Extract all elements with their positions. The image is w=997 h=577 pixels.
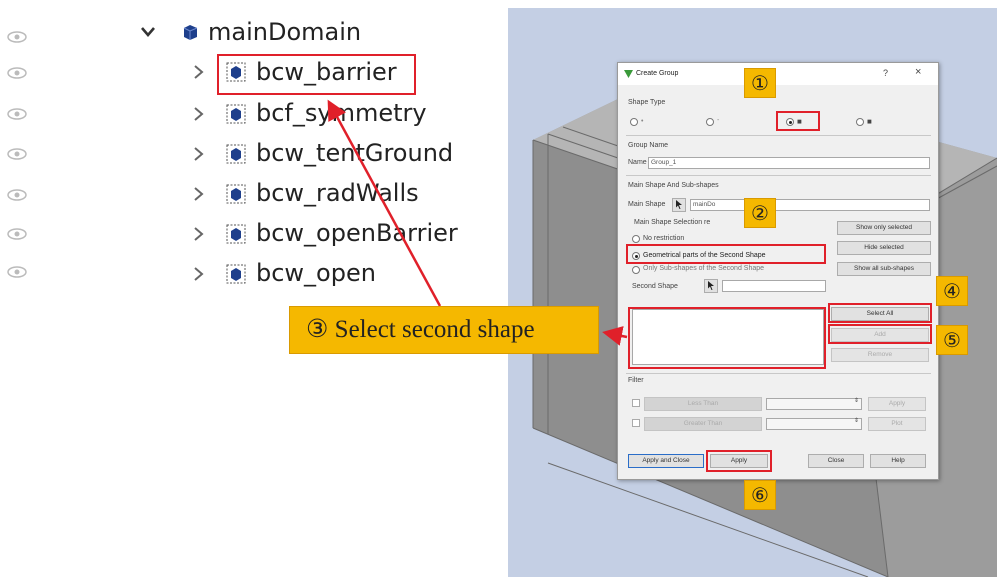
less-than-checkbox[interactable] [632,399,640,407]
group-icon [226,104,246,124]
chevron-right-icon[interactable] [190,186,206,202]
show-all-subshapes-button[interactable]: Show all sub-shapes [837,262,931,276]
main-shape-input[interactable]: mainDo [690,199,930,211]
tree-item-bcw-openbarrier[interactable]: bcw_openBarrier [256,219,458,247]
show-only-selected-button[interactable]: Show only selected [837,221,931,235]
close-button[interactable]: Close [808,454,864,468]
visibility-eye-icon[interactable] [6,66,28,80]
step-marker-4: ④ [936,276,968,306]
visibility-eye-icon[interactable] [6,147,28,161]
apply-and-close-button[interactable]: Apply and Close [628,454,704,468]
highlight-bcw-barrier [217,54,416,95]
chevron-right-icon[interactable] [190,146,206,162]
greater-than-button[interactable]: Greater Than [644,417,762,431]
tree-item-bcw-radwalls[interactable]: bcw_radWalls [256,179,419,207]
only-subshapes-radio[interactable] [632,266,640,274]
shape-type-vertex-radio[interactable] [630,118,638,126]
visibility-eye-icon[interactable] [6,265,28,279]
separator [626,373,931,374]
chevron-down-icon[interactable] [140,24,156,40]
callout-select-second-shape: ③ Select second shape [289,306,599,354]
tree-root-label[interactable]: mainDomain [208,18,361,46]
visibility-eye-icon[interactable] [6,188,28,202]
chevron-right-icon[interactable] [190,106,206,122]
edge-icon: - [717,117,720,124]
tree-item-bcf-symmetry[interactable]: bcf_symmetry [256,99,427,127]
separator [626,175,931,176]
main-shape-select-button[interactable] [672,198,686,212]
help-button[interactable]: Help [870,454,926,468]
step-marker-1: ① [744,68,776,98]
solid-icon: ■ [867,117,872,126]
dialog-titlebar: Create Group ? × [618,63,938,85]
highlight-geometrical-parts [626,244,826,264]
step-marker-6: ⑥ [744,480,776,510]
no-restriction-label: No restriction [643,235,685,242]
second-shape-input[interactable] [722,280,826,292]
hide-selected-button[interactable]: Hide selected [837,241,931,255]
shape-type-edge-radio[interactable] [706,118,714,126]
less-than-button[interactable]: Less Than [644,397,762,411]
visibility-eye-icon[interactable] [6,227,28,241]
highlight-face-radio [776,111,820,131]
only-subshapes-label: Only Sub-shapes of the Second Shape [643,265,765,272]
highlight-add [828,324,932,344]
help-icon[interactable]: ? [883,68,888,78]
chevron-right-icon[interactable] [190,226,206,242]
remove-button[interactable]: Remove [831,348,929,362]
group-icon [226,184,246,204]
vertex-icon: • [641,118,644,125]
filter-label: Filter [628,377,644,384]
group-icon [226,224,246,244]
dialog-title: Create Group [636,70,679,77]
less-than-value[interactable] [766,398,862,410]
spin-arrows-icon[interactable]: ⇕ [854,397,859,404]
step-marker-2: ② [744,198,776,228]
chevron-right-icon[interactable] [190,64,206,80]
chevron-right-icon[interactable] [190,266,206,282]
greater-than-value[interactable] [766,418,862,430]
filter-apply-button[interactable]: Apply [868,397,926,411]
mesh-object-icon [183,25,198,40]
highlight-apply [706,450,772,472]
visibility-eye-icon[interactable] [6,107,28,121]
tree-item-bcw-tentground[interactable]: bcw_tentGround [256,139,453,167]
main-shape-label: Main Shape [628,201,666,208]
app-logo-icon [624,70,633,78]
highlight-id-list [628,307,826,369]
second-shape-select-button[interactable] [704,279,718,293]
arrow-cursor-icon [676,200,682,209]
selection-restriction-label: Main Shape Selection re [634,219,711,226]
shape-type-label: Shape Type [628,99,666,106]
group-icon [226,144,246,164]
step-marker-5: ⑤ [936,325,968,355]
highlight-select-all [828,303,932,323]
tree-item-bcw-open[interactable]: bcw_open [256,259,376,287]
name-label: Name [628,159,647,166]
greater-than-checkbox[interactable] [632,419,640,427]
filter-plot-button[interactable]: Plot [868,417,926,431]
second-shape-label: Second Shape [632,283,678,290]
group-icon [226,264,246,284]
group-name-input[interactable]: Group_1 [648,157,930,169]
spin-arrows-icon[interactable]: ⇕ [854,417,859,424]
separator [626,135,931,136]
no-restriction-radio[interactable] [632,235,640,243]
arrow-cursor-icon [708,281,714,290]
shape-type-solid-radio[interactable] [856,118,864,126]
main-shape-section-label: Main Shape And Sub-shapes [628,182,719,189]
close-icon[interactable]: × [915,66,921,78]
group-name-label: Group Name [628,142,669,149]
visibility-eye-icon[interactable] [6,30,28,44]
